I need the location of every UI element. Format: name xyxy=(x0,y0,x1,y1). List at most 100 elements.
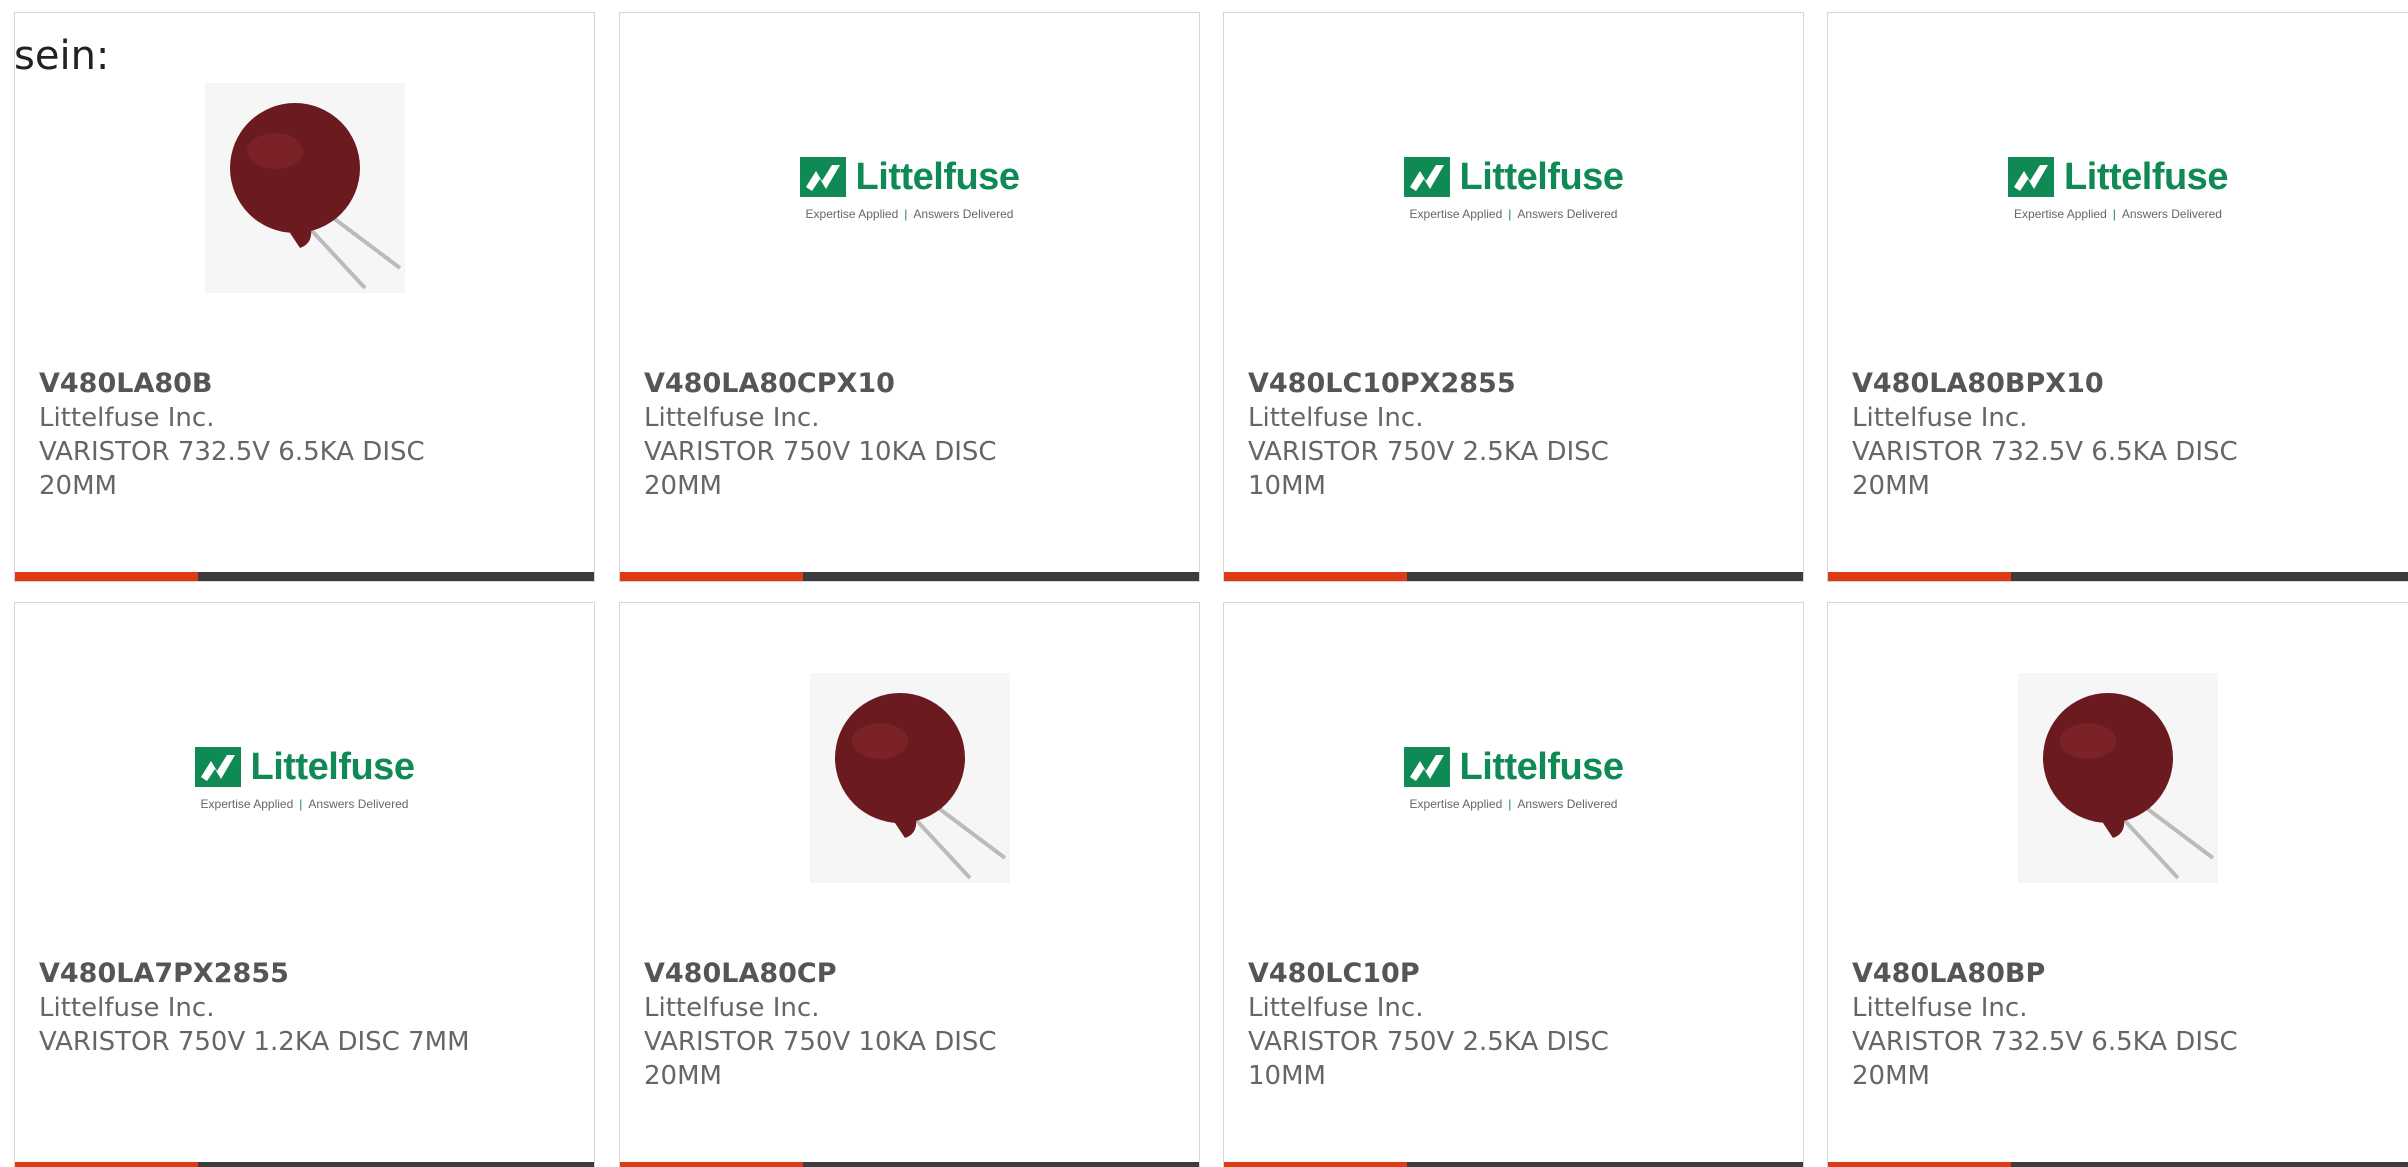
product-meta: V480LA80CP Littelfuse Inc. VARISTOR 750V… xyxy=(644,957,1084,1093)
description-line: VARISTOR 750V 2.5KA DISC xyxy=(1248,1027,1609,1057)
description-line: 10MM xyxy=(1248,471,1326,501)
logo-tagline: Expertise Applied | Answers Delivered xyxy=(2014,207,2222,221)
product-card[interactable]: V480LA80CP Littelfuse Inc. VARISTOR 750V… xyxy=(619,602,1200,1167)
description-line: 20MM xyxy=(644,1061,722,1091)
manufacturer: Littelfuse Inc. xyxy=(644,403,820,433)
logo-brand: Littelfuse xyxy=(855,155,1020,198)
product-image[interactable]: Littelfuse Expertise Applied | Answers Del… xyxy=(15,673,594,883)
product-grid-page: sein: V480LA80B Littelfuse Inc. VARISTOR… xyxy=(0,0,2408,1167)
littelfuse-logo: Littelfuse Expertise Applied | Answers Del… xyxy=(1403,746,1624,811)
tagline-right: Answers Delivered xyxy=(2121,206,2222,221)
tagline-separator: | xyxy=(1508,796,1512,811)
littelfuse-logo: Littelfuse Expertise Applied | Answers Del… xyxy=(194,746,415,811)
product-image[interactable] xyxy=(15,83,594,293)
product-image[interactable]: Littelfuse Expertise Applied | Answers Del… xyxy=(620,83,1199,293)
littelfuse-mark-icon xyxy=(799,157,846,197)
part-number[interactable]: V480LC10PX2855 xyxy=(1248,367,1688,401)
manufacturer: Littelfuse Inc. xyxy=(1248,993,1424,1023)
product-meta: V480LA7PX2855 Littelfuse Inc. VARISTOR 7… xyxy=(39,957,479,1059)
description-line: 20MM xyxy=(1852,1061,1930,1091)
manufacturer: Littelfuse Inc. xyxy=(1852,993,2028,1023)
manufacturer: Littelfuse Inc. xyxy=(1248,403,1424,433)
part-number[interactable]: V480LA7PX2855 xyxy=(39,957,479,991)
littelfuse-mark-icon xyxy=(1403,157,1450,197)
littelfuse-logo: Littelfuse Expertise Applied | Answers Del… xyxy=(1403,155,1624,221)
tagline-left: Expertise Applied xyxy=(2014,206,2107,221)
varistor-icon xyxy=(809,673,1010,883)
description-line: 20MM xyxy=(644,471,722,501)
product-meta: V480LC10PX2855 Littelfuse Inc. VARISTOR … xyxy=(1248,367,1688,503)
logo-brand: Littelfuse xyxy=(1459,155,1624,198)
part-number[interactable]: V480LA80BP xyxy=(1852,957,2292,991)
product-image[interactable]: Littelfuse Expertise Applied | Answers Del… xyxy=(1224,673,1803,883)
littelfuse-mark-icon xyxy=(2008,157,2055,197)
card-bar xyxy=(620,572,1199,581)
manufacturer: Littelfuse Inc. xyxy=(644,993,820,1023)
description-line: VARISTOR 750V 10KA DISC xyxy=(644,1027,997,1057)
part-number[interactable]: V480LA80BPX10 xyxy=(1852,367,2292,401)
tagline-right: Answers Delivered xyxy=(1517,206,1618,221)
product-image[interactable] xyxy=(620,673,1199,883)
card-bar-accent xyxy=(620,572,803,581)
card-bar-accent xyxy=(1828,1162,2011,1167)
tagline-left: Expertise Applied xyxy=(1409,206,1503,221)
product-card[interactable]: V480LA80B Littelfuse Inc. VARISTOR 732.5… xyxy=(14,12,595,582)
description-line: 20MM xyxy=(39,471,117,501)
tagline-separator: | xyxy=(1508,206,1512,221)
tagline-left: Expertise Applied xyxy=(200,796,294,811)
littelfuse-logo: Littelfuse Expertise Applied | Answers Del… xyxy=(2008,156,2228,221)
description-line: VARISTOR 732.5V 6.5KA DISC xyxy=(1852,437,2238,467)
part-number[interactable]: V480LC10P xyxy=(1248,957,1688,991)
logo-tagline: Expertise Applied | Answers Delivered xyxy=(806,207,1014,221)
product-card[interactable]: Littelfuse Expertise Applied | Answers Del… xyxy=(14,602,595,1167)
manufacturer: Littelfuse Inc. xyxy=(39,993,215,1023)
card-bar xyxy=(1224,1162,1803,1167)
description-line: VARISTOR 732.5V 6.5KA DISC xyxy=(1852,1027,2238,1057)
description-line: VARISTOR 750V 10KA DISC xyxy=(644,437,997,467)
part-number[interactable]: V480LA80CP xyxy=(644,957,1084,991)
card-bar-accent xyxy=(1224,1162,1407,1167)
tagline-separator: | xyxy=(299,796,303,811)
card-bar-accent xyxy=(1224,572,1407,581)
tagline-right: Answers Delivered xyxy=(308,796,409,811)
card-bar xyxy=(15,1162,594,1167)
varistor-icon xyxy=(2018,673,2218,883)
product-meta: V480LA80B Littelfuse Inc. VARISTOR 732.5… xyxy=(39,367,479,503)
product-card[interactable]: Littelfuse Expertise Applied | Answers Del… xyxy=(619,12,1200,582)
card-bar-accent xyxy=(15,572,198,581)
tagline-right: Answers Delivered xyxy=(1517,796,1618,811)
tagline-separator: | xyxy=(2112,206,2116,221)
product-meta: V480LC10P Littelfuse Inc. VARISTOR 750V … xyxy=(1248,957,1688,1093)
product-image[interactable]: Littelfuse Expertise Applied | Answers Del… xyxy=(1828,83,2408,293)
product-meta: V480LA80BPX10 Littelfuse Inc. VARISTOR 7… xyxy=(1852,367,2292,503)
product-image[interactable]: Littelfuse Expertise Applied | Answers Del… xyxy=(1224,83,1803,293)
product-meta: V480LA80BP Littelfuse Inc. VARISTOR 732.… xyxy=(1852,957,2292,1093)
product-image[interactable] xyxy=(1828,673,2408,883)
tagline-separator: | xyxy=(904,206,908,221)
product-card[interactable]: V480LA80BP Littelfuse Inc. VARISTOR 732.… xyxy=(1827,602,2408,1167)
card-bar-accent xyxy=(15,1162,198,1167)
littelfuse-mark-icon xyxy=(1403,747,1450,787)
card-bar xyxy=(620,1162,1199,1167)
product-card[interactable]: Littelfuse Expertise Applied | Answers Del… xyxy=(1223,12,1804,582)
logo-tagline: Expertise Applied | Answers Delivered xyxy=(1410,797,1618,811)
card-bar xyxy=(1224,572,1803,581)
card-bar xyxy=(1828,1162,2408,1167)
card-bar-accent xyxy=(1828,572,2011,581)
description-line: VARISTOR 732.5V 6.5KA DISC xyxy=(39,437,425,467)
tagline-right: Answers Delivered xyxy=(913,206,1014,221)
product-card[interactable]: Littelfuse Expertise Applied | Answers Del… xyxy=(1223,602,1804,1167)
logo-tagline: Expertise Applied | Answers Delivered xyxy=(1410,207,1618,221)
littelfuse-mark-icon xyxy=(194,747,241,787)
logo-brand: Littelfuse xyxy=(2064,155,2228,198)
description-line: 20MM xyxy=(1852,471,1930,501)
part-number[interactable]: V480LA80CPX10 xyxy=(644,367,1084,401)
card-bar xyxy=(1828,572,2408,581)
part-number[interactable]: V480LA80B xyxy=(39,367,479,401)
product-card[interactable]: Littelfuse Expertise Applied | Answers Del… xyxy=(1827,12,2408,582)
manufacturer: Littelfuse Inc. xyxy=(39,403,215,433)
tagline-left: Expertise Applied xyxy=(1409,796,1503,811)
card-bar-accent xyxy=(620,1162,803,1167)
description-line: VARISTOR 750V 2.5KA DISC xyxy=(1248,437,1609,467)
card-bar xyxy=(15,572,594,581)
